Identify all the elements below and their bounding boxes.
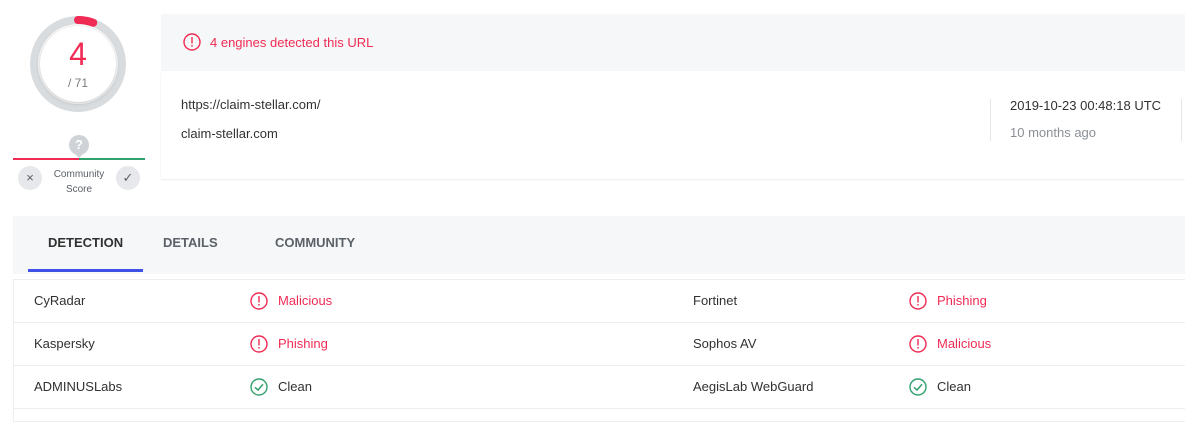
alert-circle-icon (183, 33, 201, 51)
report-tabs: DETECTION DETAILS COMMUNITY (13, 216, 1185, 274)
url-info-card: https://claim-stellar.com/ claim-stellar… (161, 71, 1185, 179)
alert-circle-icon (909, 292, 927, 310)
engine-verdict: Malicious (937, 336, 992, 351)
downvote-button[interactable]: × (18, 166, 42, 190)
community-bar-negative (13, 158, 79, 160)
score-center: 4 / 71 (40, 26, 116, 102)
community-score-label: Community Score (49, 167, 109, 197)
divider (1181, 99, 1182, 141)
tab-detection[interactable]: DETECTION (48, 235, 123, 250)
detection-alert-bar: 4 engines detected this URL (161, 14, 1185, 71)
question-icon: ? (69, 135, 89, 155)
detection-results-table: CyRadar Malicious Fortinet Phishing Kasp… (13, 279, 1185, 422)
engine-name: CyRadar (34, 293, 86, 308)
url-domain[interactable]: claim-stellar.com (181, 126, 278, 141)
engine-verdict: Malicious (278, 293, 333, 308)
tab-details[interactable]: DETAILS (163, 235, 218, 250)
analysis-date: 2019-10-23 00:48:18 UTC (1010, 98, 1162, 113)
engine-name: ADMINUSLabs (34, 379, 123, 394)
scanned-url[interactable]: https://claim-stellar.com/ (181, 97, 320, 112)
upvote-button[interactable]: ✓ (116, 166, 140, 190)
engine-verdict: Clean (278, 379, 312, 394)
engine-name: AegisLab WebGuard (693, 379, 814, 394)
tab-community[interactable]: COMMUNITY (275, 235, 355, 250)
engine-name: Fortinet (693, 293, 738, 308)
detections-count: 4 (69, 36, 87, 72)
engine-verdict: Phishing (278, 336, 328, 351)
alert-circle-icon (909, 335, 927, 353)
alert-text: 4 engines detected this URL (210, 35, 374, 50)
table-row: ADMINUSLabs Clean AegisLab WebGuard Clea… (14, 366, 1185, 409)
divider (990, 99, 991, 141)
engine-name: Kaspersky (34, 336, 95, 351)
community-score: ? × Community Score ✓ (13, 134, 145, 198)
community-label-line2: Score (65, 184, 93, 195)
table-row: Kaspersky Phishing Sophos AV Malicious (14, 323, 1185, 366)
engine-name: Sophos AV (693, 336, 757, 351)
community-bar-positive (79, 158, 145, 160)
active-tab-indicator (28, 269, 143, 272)
relative-time: 10 months ago (1010, 125, 1097, 140)
table-row: CyRadar Malicious Fortinet Phishing (14, 280, 1185, 323)
engine-verdict: Phishing (937, 293, 987, 308)
check-circle-icon (909, 378, 927, 396)
alert-circle-icon (250, 292, 268, 310)
engine-verdict: Clean (937, 379, 971, 394)
detection-score-gauge: 4 / 71 (28, 14, 128, 114)
close-icon: × (26, 170, 34, 185)
check-circle-icon (250, 378, 268, 396)
community-label-line1: Community (53, 169, 105, 180)
check-icon: ✓ (122, 170, 134, 185)
engines-total: / 71 (67, 76, 88, 90)
alert-circle-icon (250, 335, 268, 353)
